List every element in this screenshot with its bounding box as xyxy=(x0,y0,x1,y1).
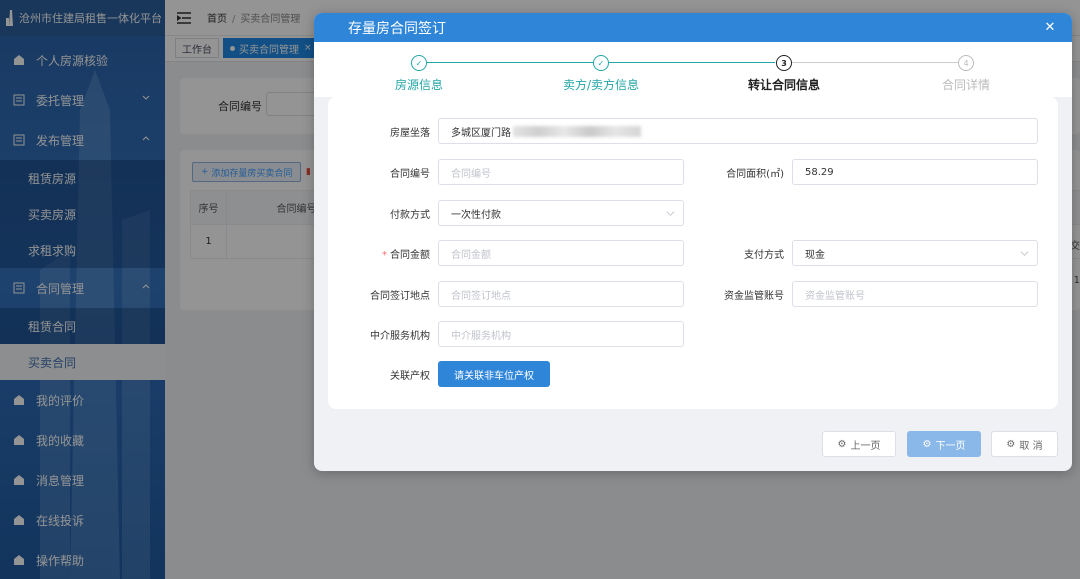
contract-form: 房屋坐落 ⁠多城区厦门路 合同编号 合同编号 合同面积(㎡) 58.29 付款方… xyxy=(328,97,1058,409)
agency-row: 中介服务机构 中介服务机构 xyxy=(328,321,684,347)
property-row: 关联产权 请关联非车位产权 xyxy=(328,361,550,387)
next-page-button[interactable]: ⚙ 下一页 xyxy=(907,431,981,457)
escrow-account-row: 资金监管账号 资金监管账号 xyxy=(682,281,1038,307)
amount-row: * 合同金额 合同金额 xyxy=(328,240,684,266)
step-number: 4 xyxy=(958,55,974,71)
pay-method-select[interactable]: 一次性付款 xyxy=(438,200,684,226)
amount-field[interactable]: 合同金额 xyxy=(438,240,684,266)
pay-way-value: 现金 xyxy=(805,249,825,261)
location-row: 房屋坐落 ⁠多城区厦门路 xyxy=(328,118,1038,144)
pay-way-row: 支付方式 现金 xyxy=(682,240,1038,266)
step-contract-detail: 4 合同详情 xyxy=(906,55,1026,93)
contract-no-label: 合同编号 xyxy=(390,168,430,180)
check-icon: ✓ xyxy=(593,55,609,71)
contract-no-row: 合同编号 合同编号 xyxy=(328,159,684,185)
gear-icon: ⚙ xyxy=(837,438,847,450)
step-label: 转让合同信息 xyxy=(747,78,820,92)
escrow-account-field[interactable]: 资金监管账号 xyxy=(792,281,1038,307)
amount-label-text: 合同金额 xyxy=(390,249,430,261)
area-row: 合同面积(㎡) 58.29 xyxy=(682,159,1038,185)
pay-method-label: 付款方式 xyxy=(390,209,430,221)
location-label: 房屋坐落 xyxy=(390,127,430,139)
sign-place-field[interactable]: 合同签订地点 xyxy=(438,281,684,307)
pay-method-value: 一次性付款 xyxy=(451,209,501,221)
next-label: 下一页 xyxy=(935,440,966,452)
agency-field[interactable]: 中介服务机构 xyxy=(438,321,684,347)
pay-way-label: 支付方式 xyxy=(744,249,784,261)
gear-icon: ⚙ xyxy=(922,438,932,450)
step-house-info: ✓ 房源信息 xyxy=(359,55,479,93)
link-property-button[interactable]: 请关联非车位产权 xyxy=(438,361,550,387)
amount-label: * 合同金额 xyxy=(328,246,438,261)
agency-label: 中介服务机构 xyxy=(370,330,430,342)
dialog-footer: ⚙ 上一页 ⚙ 下一页 ⚙ 取 消 xyxy=(822,431,1058,457)
property-label: 关联产权 xyxy=(390,370,430,382)
step-party-info: ✓ 卖方/卖方信息 xyxy=(541,55,661,93)
escrow-account-label: 资金监管账号 xyxy=(724,290,784,302)
step-number: 3 xyxy=(776,55,792,71)
cancel-label: 取 消 xyxy=(1019,440,1043,452)
dialog-header: 存量房合同签订 ✕ xyxy=(314,13,1072,42)
check-icon: ✓ xyxy=(411,55,427,71)
step-label: 合同详情 xyxy=(941,78,990,92)
area-label: 合同面积(㎡) xyxy=(726,168,784,180)
prev-label: 上一页 xyxy=(850,440,881,452)
chevron-down-icon xyxy=(666,211,675,216)
location-value: ⁠多城区厦门路 xyxy=(451,127,511,139)
step-label: 房源信息 xyxy=(394,78,443,92)
step-label: 卖方/卖方信息 xyxy=(562,78,640,92)
steps-bar: ✓ 房源信息 ✓ 卖方/卖方信息 3 转让合同信息 4 合同详情 xyxy=(314,42,1072,97)
contract-no-field[interactable]: 合同编号 xyxy=(438,159,684,185)
pay-way-select[interactable]: 现金 xyxy=(792,240,1038,266)
step-transfer-info: 3 转让合同信息 xyxy=(724,55,844,93)
sign-place-row: 合同签订地点 合同签订地点 xyxy=(328,281,684,307)
area-field[interactable]: 58.29 xyxy=(792,159,1038,185)
redacted-block xyxy=(513,125,641,137)
required-mark: * xyxy=(382,249,387,261)
prev-page-button[interactable]: ⚙ 上一页 xyxy=(822,431,896,457)
close-icon[interactable]: ✕ xyxy=(1042,19,1058,35)
location-field[interactable]: ⁠多城区厦门路 xyxy=(438,118,1038,144)
cancel-button[interactable]: ⚙ 取 消 xyxy=(991,431,1058,457)
chevron-down-icon xyxy=(1020,251,1029,256)
sign-place-label: 合同签订地点 xyxy=(370,290,430,302)
dialog-title: 存量房合同签订 xyxy=(348,20,446,37)
pay-method-row: 付款方式 一次性付款 xyxy=(328,200,684,226)
contract-sign-dialog: 存量房合同签订 ✕ ✓ 房源信息 ✓ 卖方/卖方信息 3 转让合同信息 4 合同… xyxy=(314,13,1072,471)
gear-icon: ⚙ xyxy=(1006,438,1016,450)
